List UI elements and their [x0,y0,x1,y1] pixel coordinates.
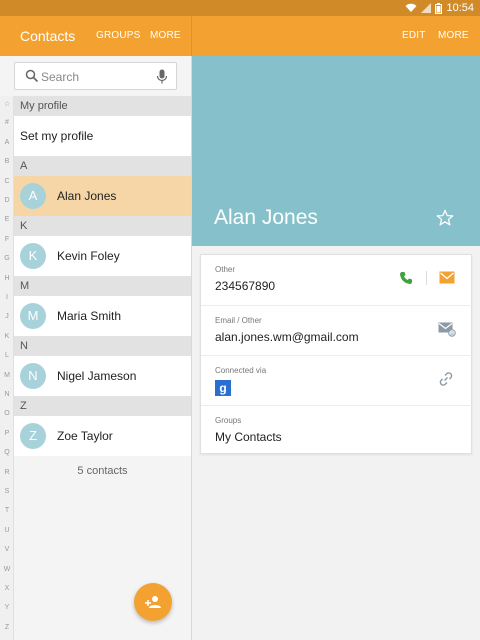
svg-text:@: @ [450,331,455,337]
groups-value: My Contacts [215,430,282,444]
search-input[interactable]: Search [14,62,177,90]
index-letter[interactable]: U [0,527,14,534]
section-header: A [14,156,191,176]
battery-icon [435,2,443,14]
index-letter[interactable]: R [0,469,14,476]
index-letter[interactable]: H [0,275,14,282]
signal-icon [421,3,432,13]
index-letter[interactable]: J [0,313,14,320]
email-field[interactable]: Email / Other alan.jones.wm@gmail.com @ [201,305,473,355]
phone-field[interactable]: Other 234567890 [201,255,473,305]
contact-item[interactable]: A Alan Jones [14,176,191,216]
index-letter[interactable]: ☆ [0,100,14,108]
index-letter[interactable]: C [0,178,14,185]
index-letter[interactable]: E [0,216,14,223]
more-button-detail[interactable]: MORE [438,30,469,41]
index-letter[interactable]: K [0,333,14,340]
section-header: K [14,216,191,236]
search-placeholder: Search [41,70,80,84]
add-person-icon [145,596,161,608]
index-letter[interactable]: O [0,410,14,417]
wifi-icon [405,3,417,12]
section-header: Z [14,396,191,416]
contact-name: Maria Smith [57,309,122,323]
index-letter[interactable]: P [0,430,14,437]
index-letter[interactable]: L [0,352,14,359]
avatar: K [20,243,46,269]
link-icon[interactable] [439,372,453,386]
clock: 10:54 [446,2,474,14]
index-letter[interactable]: X [0,585,14,592]
contact-name: Zoe Taylor [57,429,113,443]
message-icon[interactable] [439,271,455,284]
email-address: alan.jones.wm@gmail.com [215,330,359,344]
email-label: Email / Other [215,316,262,325]
contact-details-card: Other 234567890 Email / Other alan.jones… [200,254,473,455]
contact-item[interactable]: N Nigel Jameson [14,356,191,396]
set-profile-label: Set my profile [20,129,94,143]
avatar: N [20,363,46,389]
status-bar: 10:54 [0,0,480,16]
detail-contact-name: Alan Jones [214,206,318,229]
index-letter[interactable]: V [0,546,14,553]
microphone-icon[interactable] [156,69,168,85]
contact-name: Kevin Foley [57,249,120,263]
index-letter[interactable]: A [0,139,14,146]
contact-name: Alan Jones [57,189,117,203]
contact-detail-pane: Alan Jones Other 234567890 Email / Other… [192,56,480,640]
star-icon[interactable] [436,209,454,227]
google-icon: g [215,380,231,396]
call-icon[interactable] [399,271,413,285]
index-letter[interactable]: B [0,158,14,165]
index-letter[interactable]: # [0,119,14,126]
index-letter[interactable]: F [0,236,14,243]
phone-number: 234567890 [215,279,276,293]
contact-header: Alan Jones [192,56,480,246]
avatar: Z [20,423,46,449]
contact-item[interactable]: K Kevin Foley [14,236,191,276]
contact-name: Nigel Jameson [57,369,137,383]
alphabet-index[interactable]: ☆ # A B C D E F G H I J K L M N O P Q R S T U V W X Y Z [0,96,14,640]
groups-field[interactable]: Groups My Contacts [201,405,473,455]
index-letter[interactable]: G [0,255,14,262]
contact-item[interactable]: Z Zoe Taylor [14,416,191,456]
email-icon[interactable]: @ [438,322,456,337]
add-contact-button[interactable] [134,583,172,621]
section-header-my-profile: My profile [14,96,191,116]
app-title: Contacts [20,28,76,44]
contact-list-pane: Search ☆ # A B C D E F G H I J K L M N O P Q R S T U V W X Y Z My p… [0,56,192,640]
index-letter[interactable]: Y [0,604,14,611]
groups-label: Groups [215,416,242,425]
index-letter[interactable]: I [0,294,14,301]
connected-via-field[interactable]: Connected via g [201,355,473,405]
more-button-list[interactable]: MORE [150,30,181,41]
edit-button[interactable]: EDIT [402,30,426,41]
index-letter[interactable]: Z [0,624,14,631]
index-letter[interactable]: S [0,488,14,495]
action-separator [426,271,427,285]
contact-item[interactable]: M Maria Smith [14,296,191,336]
set-my-profile-item[interactable]: Set my profile [14,116,191,156]
connected-via-label: Connected via [215,366,267,375]
phone-label: Other [215,265,236,274]
search-icon [25,69,39,83]
avatar: M [20,303,46,329]
contact-count: 5 contacts [77,465,128,477]
index-letter[interactable]: M [0,372,14,379]
app-bar: Contacts GROUPS MORE EDIT MORE [0,16,480,56]
index-letter[interactable]: N [0,391,14,398]
index-letter[interactable]: Q [0,449,14,456]
section-header: N [14,336,191,356]
groups-button[interactable]: GROUPS [96,30,141,41]
appbar-divider [191,16,192,56]
index-letter[interactable]: W [0,566,14,573]
index-letter[interactable]: D [0,197,14,204]
section-header: M [14,276,191,296]
index-letter[interactable]: T [0,507,14,514]
avatar: A [20,183,46,209]
